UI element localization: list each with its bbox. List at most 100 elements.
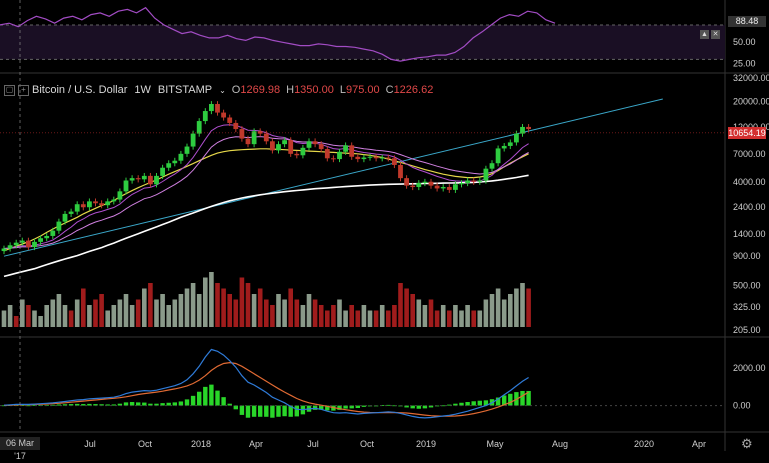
candle-body bbox=[288, 140, 294, 154]
volume-bar bbox=[489, 294, 495, 327]
volume-bar bbox=[483, 299, 489, 327]
candle-body bbox=[404, 178, 409, 186]
candle-body bbox=[154, 175, 159, 185]
volume-bar bbox=[398, 283, 403, 327]
candle-body bbox=[349, 145, 355, 157]
candle-body bbox=[343, 145, 348, 152]
volume-bar bbox=[288, 288, 293, 327]
macd-histogram-bar bbox=[520, 390, 525, 406]
ohlc-low-value: 975.00 bbox=[345, 84, 380, 96]
price-tick-label: 32000.00 bbox=[733, 73, 769, 83]
candle-body bbox=[398, 164, 403, 179]
candle-body bbox=[422, 181, 428, 184]
macd-histogram-bar bbox=[221, 397, 226, 406]
volume-bar bbox=[74, 299, 80, 327]
price-tick-label: 1400.00 bbox=[733, 229, 766, 239]
volume-bar bbox=[251, 294, 257, 327]
volume-bar bbox=[56, 294, 62, 327]
candle-body bbox=[471, 180, 477, 182]
volume-bar bbox=[154, 299, 159, 327]
macd-histogram-bar bbox=[294, 405, 299, 417]
price-tick-label: 7000.00 bbox=[733, 149, 766, 159]
volume-bar bbox=[471, 310, 476, 327]
volume-bar bbox=[221, 288, 226, 327]
symbol-header: ▢ + Bitcoin / U.S. Dollar 1W BITSTAMP ⌄ … bbox=[4, 82, 433, 98]
volume-bar bbox=[38, 316, 43, 327]
price-tick-label: 205.00 bbox=[733, 325, 761, 335]
volume-bar bbox=[50, 299, 56, 327]
volume-bar bbox=[166, 305, 171, 327]
macd-histogram-bar bbox=[270, 405, 275, 418]
candle-body bbox=[251, 131, 257, 145]
sma50-line bbox=[3, 148, 529, 252]
interval-label[interactable]: 1W bbox=[134, 84, 151, 96]
volume-bar bbox=[99, 294, 104, 327]
pane-up-icon[interactable]: ▲ bbox=[700, 30, 709, 39]
pane-close-icon[interactable]: ✕ bbox=[711, 30, 720, 39]
volume-bar bbox=[508, 294, 513, 327]
volume-bar bbox=[264, 299, 269, 327]
candle-body bbox=[477, 180, 483, 182]
volume-bar bbox=[26, 305, 31, 327]
volume-bar bbox=[1, 310, 7, 327]
volume-bar bbox=[209, 272, 214, 327]
gear-icon[interactable]: ⚙ bbox=[741, 436, 753, 452]
candle-body bbox=[385, 157, 391, 159]
candle-body bbox=[459, 183, 464, 185]
volume-bar bbox=[105, 310, 110, 327]
volume-bar bbox=[196, 294, 202, 327]
candle-body bbox=[276, 144, 281, 151]
volume-bar bbox=[465, 305, 470, 327]
volume-bar bbox=[349, 305, 354, 327]
symbol-name[interactable]: Bitcoin / U.S. Dollar bbox=[32, 84, 127, 96]
candle-body bbox=[483, 168, 489, 181]
chevron-down-icon[interactable]: ⌄ bbox=[219, 86, 226, 95]
collapse-icon[interactable]: ▢ bbox=[4, 84, 15, 96]
ohlc-close-value: 1226.62 bbox=[393, 84, 434, 96]
rsi-tick-label: 25.00 bbox=[733, 59, 756, 69]
time-tick-label: May bbox=[486, 439, 504, 449]
candle-body bbox=[233, 122, 239, 130]
volume-bar bbox=[514, 288, 519, 327]
expand-icon[interactable]: + bbox=[18, 84, 29, 96]
candle-body bbox=[93, 201, 98, 204]
time-tick-label: Oct bbox=[138, 439, 153, 449]
time-tick-label: 2019 bbox=[416, 439, 436, 449]
volume-bar bbox=[501, 299, 507, 327]
volume-bar bbox=[111, 305, 117, 327]
time-tick-label: Aug bbox=[552, 439, 568, 449]
candle-body bbox=[38, 238, 43, 242]
candle-body bbox=[160, 167, 165, 176]
volume-bar bbox=[526, 288, 531, 327]
candle-body bbox=[74, 204, 80, 212]
macd-histogram-bar bbox=[178, 401, 184, 406]
candle-body bbox=[80, 204, 86, 208]
volume-bar bbox=[184, 288, 190, 327]
volume-bar bbox=[68, 310, 74, 327]
price-tick-label: 500.00 bbox=[733, 281, 761, 291]
candle-body bbox=[129, 178, 135, 181]
volume-bar bbox=[123, 294, 129, 327]
candle-body bbox=[300, 147, 306, 156]
volume-bar bbox=[312, 299, 318, 327]
volume-bar bbox=[379, 305, 385, 327]
candle-body bbox=[465, 180, 470, 184]
volume-bar bbox=[300, 305, 306, 327]
sma200-line bbox=[3, 174, 529, 278]
candle-body bbox=[141, 175, 147, 180]
candle-body bbox=[270, 141, 275, 151]
volume-bar bbox=[343, 310, 348, 327]
last-price-flag: 10654.19 bbox=[728, 127, 766, 139]
candle-body bbox=[178, 153, 184, 161]
macd-tick-label: 2000.00 bbox=[733, 363, 766, 373]
volume-bar bbox=[520, 283, 525, 327]
ohlc-high-key: H bbox=[286, 84, 295, 96]
volume-bar bbox=[355, 310, 361, 327]
price-tick-label: 4000.00 bbox=[733, 177, 766, 187]
ema-mid-line bbox=[3, 136, 529, 249]
trendline bbox=[3, 98, 663, 257]
chart-root: 75.0050.0025.0032000.0020000.0012000.007… bbox=[0, 0, 769, 451]
candle-body bbox=[99, 203, 104, 206]
candle-body bbox=[428, 181, 434, 186]
volume-bar bbox=[404, 288, 409, 327]
